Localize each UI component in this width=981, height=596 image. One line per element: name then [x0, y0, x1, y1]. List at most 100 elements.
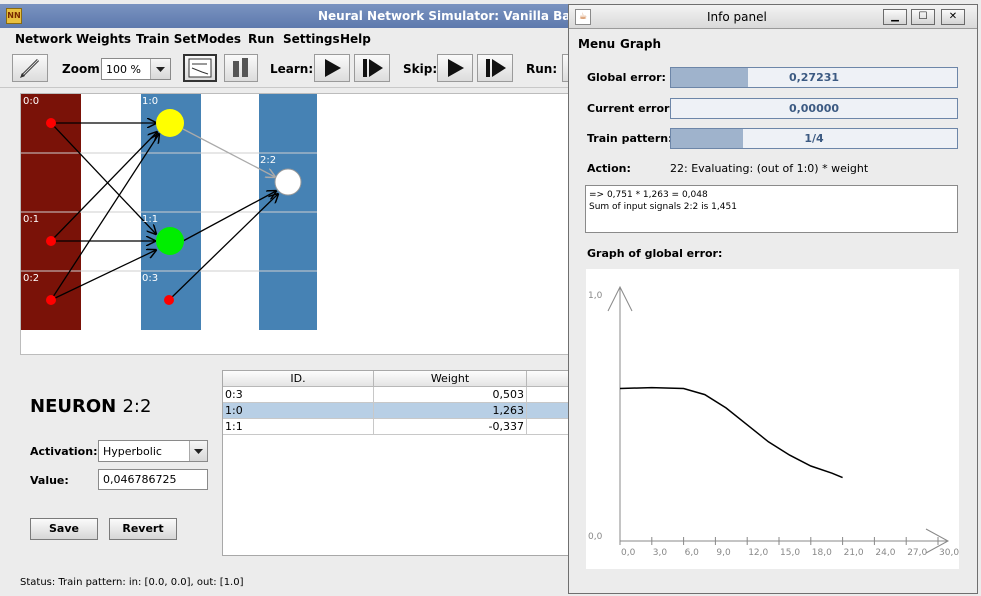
cell-id: 1:0 — [223, 403, 374, 419]
status-bar: Status: Train pattern: in: [0.0, 0.0], o… — [20, 577, 244, 588]
neuron-0-2[interactable] — [46, 295, 56, 305]
neuron-heading: NEURON 2:2 — [30, 396, 151, 417]
activation-value: Hyperbolic — [103, 445, 162, 458]
global-error-bar: 0,27231 — [670, 67, 958, 88]
action-log[interactable]: => 0,751 * 1,263 = 0,048 Sum of input si… — [585, 185, 958, 233]
main-window-titlebar[interactable]: NN Neural Network Simulator: Vanilla Bac… — [0, 4, 640, 28]
neuron-label: 0:0 — [23, 96, 39, 107]
save-button[interactable]: Save — [30, 518, 98, 540]
train-pattern-label: Train pattern: — [587, 132, 673, 145]
x-tick-label: 12,0 — [748, 548, 768, 558]
activation-label: Activation: — [30, 445, 98, 458]
y-tick-label: 0,0 — [588, 532, 603, 542]
menu-run[interactable]: Run — [248, 32, 274, 46]
graph-title: Graph of global error: — [587, 247, 723, 260]
neuron-label: 0:2 — [23, 273, 39, 284]
current-error-bar: 0,00000 — [670, 98, 958, 119]
chart-window-icon — [188, 58, 212, 78]
menu-help[interactable]: Help — [340, 32, 371, 46]
table-row[interactable]: 0:3 0,503 — [223, 387, 571, 403]
x-tick-label: 6,0 — [685, 548, 700, 558]
global-error-line — [619, 386, 843, 479]
maximize-icon: ☐ — [918, 11, 928, 22]
bar-view-button[interactable] — [224, 54, 258, 82]
menu-modes[interactable]: Modes — [197, 32, 241, 46]
zoom-select[interactable]: 100 % — [101, 58, 171, 80]
neuron-1-0[interactable] — [156, 109, 184, 137]
neuron-label: 1:0 — [142, 96, 158, 107]
column-header-id[interactable]: ID. — [223, 371, 374, 387]
neuron-heading-label: NEURON — [30, 396, 117, 417]
table-row[interactable]: 1:1 -0,337 — [223, 419, 571, 435]
menu-settings[interactable]: Settings — [283, 32, 340, 46]
learn-play-button[interactable] — [314, 54, 350, 82]
error-graph: 0,0 3,0 6,0 9,0 12,0 15,0 18,0 21,0 24,0 27,0 30,0… — [586, 269, 959, 569]
skip-play-button[interactable] — [437, 54, 473, 82]
activation-select[interactable]: Hyperbolic — [98, 440, 208, 462]
info-menu-graph[interactable]: Graph — [620, 37, 661, 51]
neuron-panel: NEURON 2:2 Activation: Hyperbolic Value:… — [0, 360, 571, 560]
neuron-label: 0:1 — [23, 214, 39, 225]
run-label: Run: — [526, 62, 558, 76]
info-panel-window: ☕ Info panel ▁ ☐ ✕ Menu Graph Global err… — [568, 4, 978, 594]
skip-step-button[interactable] — [477, 54, 513, 82]
x-tick-label: 15,0 — [780, 548, 800, 558]
maximize-button[interactable]: ☐ — [911, 9, 935, 25]
x-tick-label: 18,0 — [812, 548, 832, 558]
log-line: => 0,751 * 1,263 = 0,048 — [589, 190, 708, 200]
menu-train-set[interactable]: Train Set — [136, 32, 196, 46]
learn-label: Learn: — [270, 62, 314, 76]
pencil-tool-button[interactable] — [12, 54, 48, 82]
app-icon: NN — [6, 8, 22, 24]
neuron-0-3[interactable] — [164, 295, 174, 305]
zoom-value: 100 % — [106, 63, 141, 76]
info-panel-title: Info panel — [707, 10, 767, 24]
chevron-down-icon — [150, 59, 170, 79]
x-tick-label: 27,0 — [907, 548, 927, 558]
java-icon: ☕ — [575, 9, 591, 25]
cell-id: 1:1 — [223, 419, 374, 435]
neuron-0-1[interactable] — [46, 236, 56, 246]
desktop: NN Neural Network Simulator: Vanilla Bac… — [0, 0, 981, 596]
x-tick-label: 24,0 — [875, 548, 895, 558]
info-panel-titlebar[interactable]: ☕ Info panel ▁ ☐ ✕ — [569, 5, 977, 29]
minimize-button[interactable]: ▁ — [883, 9, 907, 25]
weights-table[interactable]: ID. Weight 0:3 0,503 1:0 1,263 1:1 -0,337 — [222, 370, 571, 556]
network-canvas[interactable]: 0:0 0:1 0:2 1:0 1:1 0:3 2:2 — [20, 93, 570, 355]
minimize-icon: ▁ — [891, 11, 899, 22]
neuron-2-2[interactable] — [274, 168, 302, 196]
table-row[interactable]: 1:0 1,263 — [223, 403, 571, 419]
chevron-down-icon — [189, 441, 207, 461]
x-tick-label: 30,0 — [939, 548, 959, 558]
x-tick-label: 9,0 — [716, 548, 731, 558]
menubar: Network Weights Train Set Modes Run Sett… — [0, 28, 570, 50]
network-diagram[interactable]: 0:0 0:1 0:2 1:0 1:1 0:3 2:2 — [21, 94, 569, 354]
neuron-1-1[interactable] — [156, 227, 184, 255]
menu-weights[interactable]: Weights — [76, 32, 131, 46]
info-menubar: Menu Graph — [569, 30, 977, 54]
menu-network[interactable]: Network — [15, 32, 72, 46]
global-error-value: 0,27231 — [788, 71, 840, 84]
revert-button[interactable]: Revert — [109, 518, 177, 540]
neuron-id: 2:2 — [122, 396, 152, 417]
bar-chart-icon — [233, 58, 248, 77]
cell-weight: 0,503 — [374, 387, 527, 403]
current-error-value: 0,00000 — [788, 102, 840, 115]
info-menu-menu[interactable]: Menu — [578, 37, 615, 51]
zoom-label: Zoom: — [62, 62, 105, 76]
column-header-weight[interactable]: Weight — [374, 371, 527, 387]
graph-view-button[interactable] — [183, 54, 217, 82]
close-button[interactable]: ✕ — [941, 9, 965, 25]
neuron-label: 2:2 — [260, 155, 276, 166]
global-error-label: Global error: — [587, 71, 666, 84]
column-header-extra[interactable] — [527, 371, 571, 387]
neuron-0-0[interactable] — [46, 118, 56, 128]
neuron-label: 0:3 — [142, 273, 158, 284]
value-field[interactable]: 0,046786725 — [98, 469, 208, 490]
x-tick-label: 3,0 — [653, 548, 668, 558]
cell-weight: -0,337 — [374, 419, 527, 435]
learn-step-button[interactable] — [354, 54, 390, 82]
skip-label: Skip: — [403, 62, 438, 76]
x-tick-label: 0,0 — [621, 548, 636, 558]
neuron-label: 1:1 — [142, 214, 158, 225]
